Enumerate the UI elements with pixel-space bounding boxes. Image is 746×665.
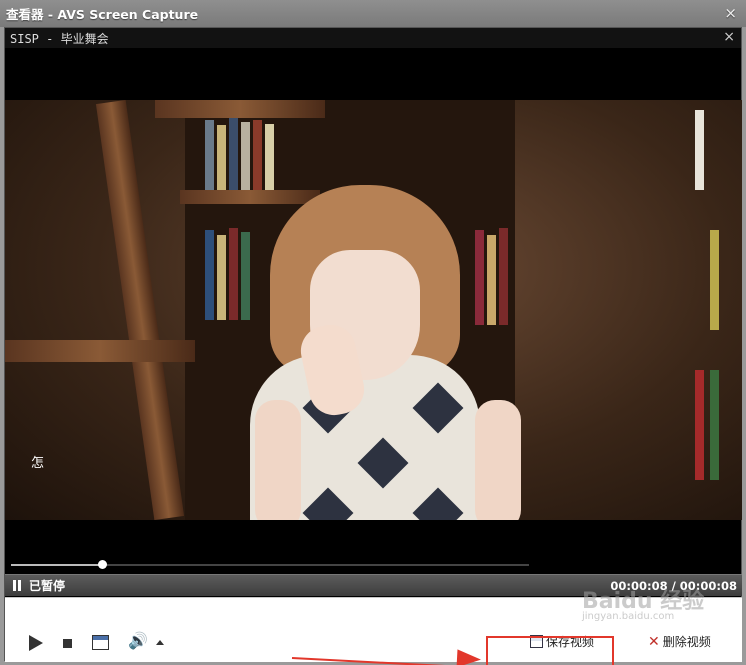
seek-progress — [11, 564, 102, 566]
book — [475, 230, 484, 325]
book — [217, 235, 226, 320]
video-subtitle: 怎 — [31, 456, 45, 471]
book — [217, 125, 226, 190]
delete-video-button[interactable]: ✕ 删除视频 — [648, 633, 711, 650]
video-panel: SISP - 毕业舞会 × 怎 已暂停 00:00:08 / 00:00:08 … — [4, 27, 742, 665]
book — [265, 124, 274, 190]
play-button[interactable] — [29, 635, 43, 651]
volume-menu-arrow-icon[interactable] — [156, 640, 164, 645]
book — [695, 110, 704, 190]
book — [241, 122, 250, 190]
stop-button[interactable] — [63, 639, 72, 648]
annotation-arrow-line — [291, 657, 462, 665]
window-close-icon[interactable]: × — [724, 4, 737, 22]
book — [499, 228, 508, 325]
book — [695, 370, 704, 480]
book — [710, 370, 719, 480]
book — [253, 120, 262, 190]
ladder-step — [155, 100, 325, 118]
book — [205, 120, 214, 190]
video-title: SISP - 毕业舞会 — [10, 31, 109, 46]
book — [487, 235, 496, 325]
ladder-rail — [95, 100, 185, 520]
seek-bar[interactable] — [5, 559, 742, 571]
seek-handle[interactable] — [97, 560, 107, 569]
annotation-arrow-head — [456, 649, 482, 665]
video-frame[interactable]: 怎 — [5, 100, 742, 520]
viewer-window: 查看器 - AVS Screen Capture × SISP - 毕业舞会 × — [0, 0, 746, 665]
save-video-button[interactable]: 保存视频 — [530, 633, 594, 650]
watermark: Baidu 经验 jingyan.baidu.com — [582, 583, 704, 622]
volume-icon[interactable]: 🔊 — [128, 631, 148, 650]
window-mode-icon[interactable] — [92, 635, 109, 650]
delete-icon: ✕ — [648, 633, 660, 650]
person-arm — [255, 400, 301, 520]
ladder-step — [5, 340, 195, 362]
save-icon — [530, 635, 543, 648]
person-arm — [475, 400, 521, 520]
playback-state: 已暂停 — [29, 579, 66, 593]
window-titlebar: 查看器 - AVS Screen Capture × — [0, 0, 746, 27]
save-video-label: 保存视频 — [546, 635, 595, 649]
delete-video-label: 删除视频 — [662, 635, 711, 649]
video-titlebar: SISP - 毕业舞会 × — [5, 28, 741, 48]
book — [229, 118, 238, 190]
window-title: 查看器 - AVS Screen Capture — [6, 7, 199, 22]
book — [241, 232, 250, 320]
book — [205, 230, 214, 320]
pause-icon — [12, 580, 22, 591]
ladder-step — [180, 190, 320, 204]
book — [710, 230, 719, 330]
book — [229, 228, 238, 320]
video-close-icon[interactable]: × — [723, 29, 735, 45]
